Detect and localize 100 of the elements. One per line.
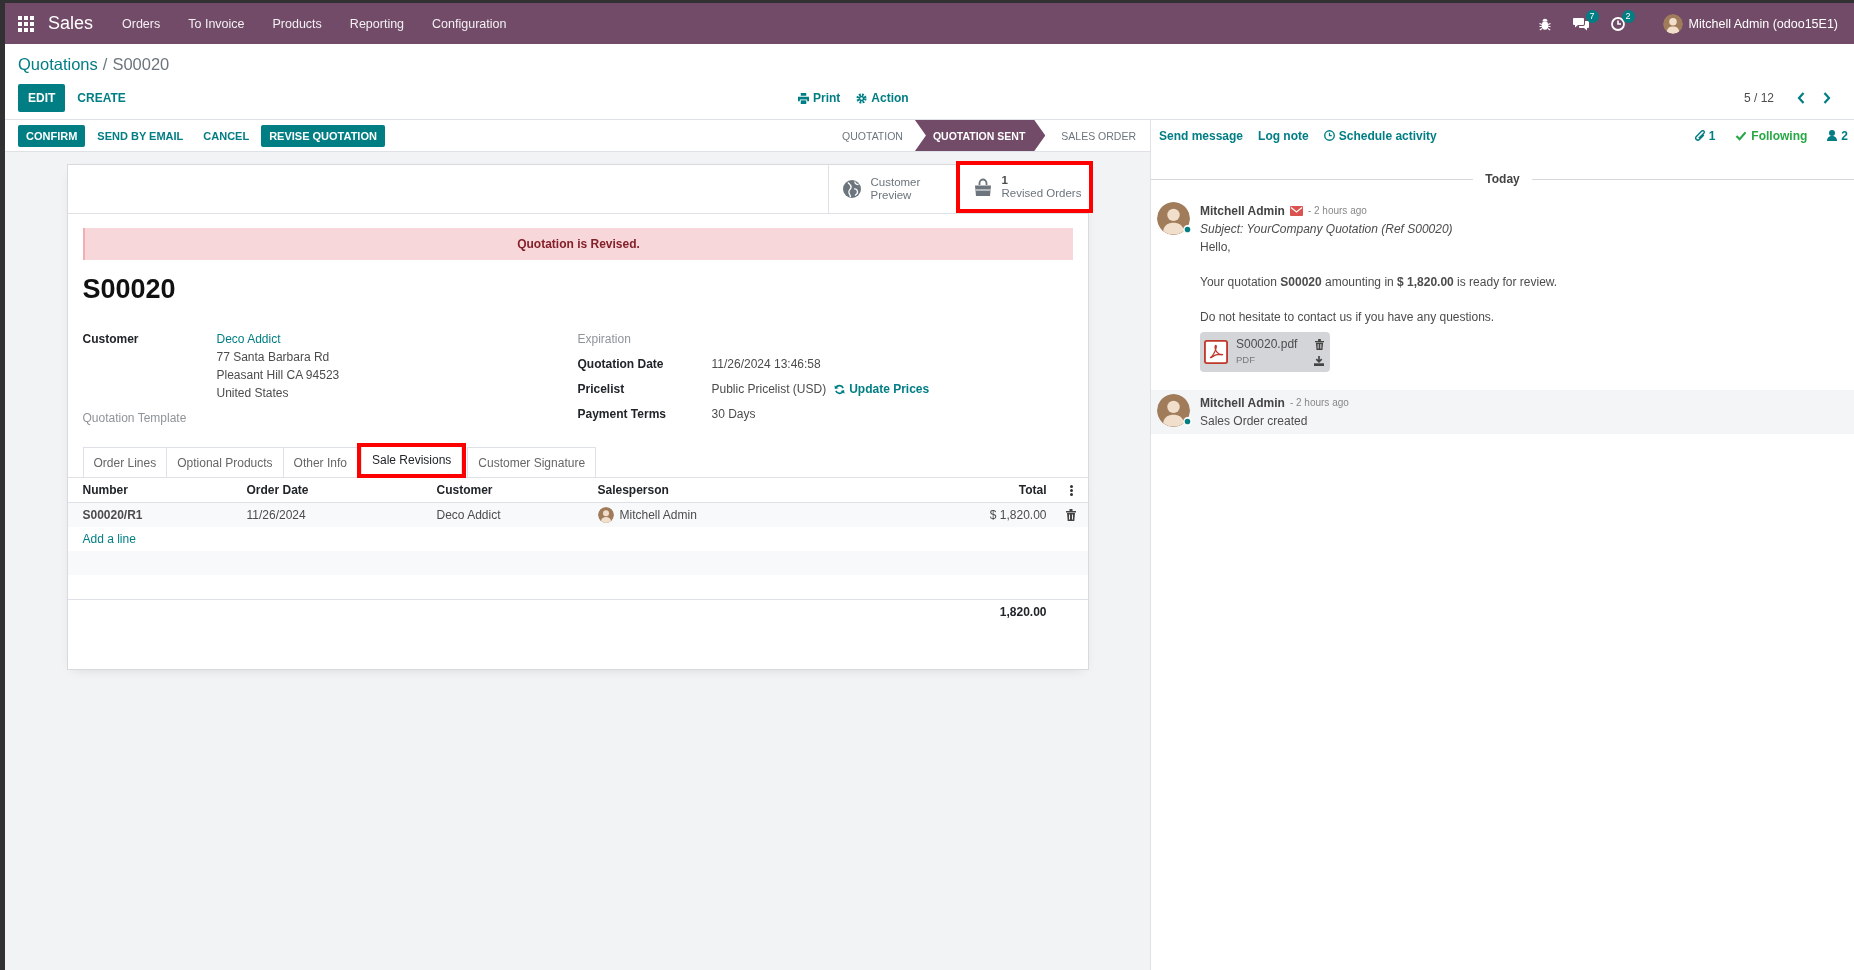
revise-quotation-button[interactable]: REVISE QUOTATION	[261, 124, 385, 147]
attachment-name: S00020.pdf	[1236, 337, 1299, 352]
add-line-link[interactable]: Add a line	[82, 532, 136, 546]
followers-button[interactable]: 2	[1827, 128, 1848, 143]
confirm-button[interactable]: CONFIRM	[18, 124, 86, 147]
breadcrumb-current: S00020	[112, 55, 170, 73]
create-button[interactable]: CREATE	[67, 84, 136, 112]
clock-icon[interactable]	[1610, 16, 1625, 31]
customer-link[interactable]: Deco Addict	[216, 330, 281, 348]
field-label: Quotation Template	[82, 410, 188, 427]
message-author[interactable]: Mitchell Admin	[1200, 394, 1285, 412]
address-line: 77 Santa Barbara Rd	[216, 349, 331, 366]
print-button[interactable]: Print	[798, 91, 841, 105]
status-step[interactable]: QUOTATION SENT	[914, 120, 1046, 151]
message-subject: Subject: YourCompany Quotation (Ref S00020)	[1200, 221, 1454, 238]
person-avatar-icon[interactable]	[1157, 394, 1190, 427]
message-time: - 2 hours ago	[1307, 204, 1367, 218]
table-cell-text: 11/26/2024	[245, 508, 307, 522]
person-avatar-icon[interactable]	[1157, 202, 1190, 235]
table-cell: Mitchell Admin	[619, 508, 697, 522]
download-icon[interactable]	[1314, 355, 1324, 366]
column-header[interactable]: Number	[67, 483, 239, 497]
edit-button[interactable]: EDIT	[18, 84, 66, 112]
menu-item[interactable]: Orders	[108, 16, 175, 31]
revised-orders-button[interactable]: 1 Revised Orders	[959, 165, 1089, 209]
status-step[interactable]: QUOTATION	[828, 120, 913, 151]
refresh-icon	[834, 383, 846, 395]
field-label: Quotation Date	[577, 356, 665, 373]
column-header[interactable]: Total	[845, 483, 1055, 497]
column-header[interactable]: Salesperson	[589, 483, 846, 497]
menu-item[interactable]: Reporting	[335, 16, 419, 31]
person-avatar-icon[interactable]	[1662, 13, 1683, 34]
paperclip-icon	[1694, 130, 1705, 141]
table-cell-text: Deco Addict	[435, 508, 502, 522]
pdf-file-icon	[1204, 340, 1228, 364]
message-text: Do not hesitate to contact us if you have any questions.	[1200, 309, 1496, 326]
kebab-menu-icon[interactable]	[1069, 484, 1073, 496]
table-cell-text: $ 1,820.00	[988, 508, 1048, 522]
app-name[interactable]: Sales	[48, 13, 94, 34]
tab[interactable]: Customer Signature	[467, 447, 597, 478]
attachment-type: PDF	[1236, 353, 1256, 367]
menu-item[interactable]: Products	[258, 16, 336, 31]
update-prices-button[interactable]: Update Prices	[834, 380, 930, 398]
following-button[interactable]: Following	[1735, 128, 1808, 143]
field-label: Payment Terms	[577, 406, 667, 423]
address-line: United States	[216, 385, 290, 402]
attachment-card[interactable]: S00020.pdf PDF	[1200, 332, 1330, 372]
notification-count: 7	[1585, 9, 1599, 23]
menu-item[interactable]: Configuration	[418, 16, 521, 31]
user-menu[interactable]: Mitchell Admin (odoo15E1)	[1688, 16, 1838, 31]
action-menu-button[interactable]: Action	[856, 91, 909, 105]
breadcrumb-separator: /	[102, 55, 108, 73]
notification-count: 2	[1621, 9, 1635, 23]
breadcrumb-link[interactable]: Quotations	[18, 55, 98, 73]
schedule-activity-button[interactable]: Schedule activity	[1323, 128, 1437, 143]
online-status-icon	[1183, 417, 1192, 426]
pager-value: 5 / 12	[1743, 91, 1774, 105]
check-icon	[1735, 130, 1748, 141]
printer-icon	[798, 92, 809, 104]
field-label: Customer	[82, 331, 140, 348]
cancel-button[interactable]: CANCEL	[195, 124, 258, 147]
record-title: S00020	[82, 273, 177, 306]
person-avatar-icon	[597, 507, 614, 523]
message-time: - 2 hours ago	[1289, 396, 1349, 410]
alert-banner: Quotation is Revised.	[82, 228, 1073, 260]
status-step[interactable]: SALES ORDER	[1047, 120, 1150, 151]
gear-icon	[856, 92, 868, 104]
send-by-email-button[interactable]: SEND BY EMAIL	[89, 124, 192, 147]
message-text: Sales Order created	[1200, 413, 1309, 430]
bug-icon[interactable]	[1538, 16, 1551, 31]
column-header[interactable]: Customer	[428, 483, 590, 497]
chat-icon[interactable]	[1572, 16, 1589, 31]
menu-item[interactable]: To Invoice	[174, 16, 259, 31]
log-note-button[interactable]: Log note	[1258, 128, 1309, 143]
column-header[interactable]: Order Date	[238, 483, 429, 497]
address-line: Pleasant Hill CA 94523	[216, 367, 341, 384]
message-text: Your quotation S00020 amounting in $ 1,820.00 is ready for review.	[1200, 274, 1558, 291]
apps-grid-icon[interactable]	[18, 15, 34, 32]
clock-icon	[1323, 130, 1335, 141]
field-value: 11/26/2024 13:46:58	[711, 356, 821, 373]
trash-icon[interactable]	[1314, 338, 1324, 350]
person-icon	[1827, 130, 1838, 141]
field-label: Expiration	[577, 331, 632, 348]
date-separator: Today	[1485, 171, 1520, 188]
online-status-icon	[1183, 225, 1192, 234]
field-value: 30 Days	[711, 406, 756, 423]
message-author[interactable]: Mitchell Admin	[1200, 202, 1285, 220]
table-total: 1,820.00	[998, 604, 1048, 619]
message-text: Hello,	[1200, 239, 1232, 256]
tab[interactable]: Order Lines	[82, 447, 168, 478]
send-message-button[interactable]: Send message	[1159, 128, 1244, 143]
shopping-bag-icon	[973, 178, 992, 196]
attachments-button[interactable]: 1	[1694, 128, 1716, 143]
tab[interactable]: Sale Revisions	[360, 447, 463, 474]
globe-icon	[842, 180, 861, 198]
chevron-left-icon	[1797, 92, 1805, 104]
field-value: Public Pricelist (USD)	[711, 381, 827, 398]
table-row[interactable]: S00020/R1 11/26/2024 Deco Addict Mitchell Admin $ 1,820.00	[67, 503, 1088, 527]
trash-icon[interactable]	[1066, 509, 1076, 521]
table-cell-text: S00020/R1	[81, 508, 144, 522]
